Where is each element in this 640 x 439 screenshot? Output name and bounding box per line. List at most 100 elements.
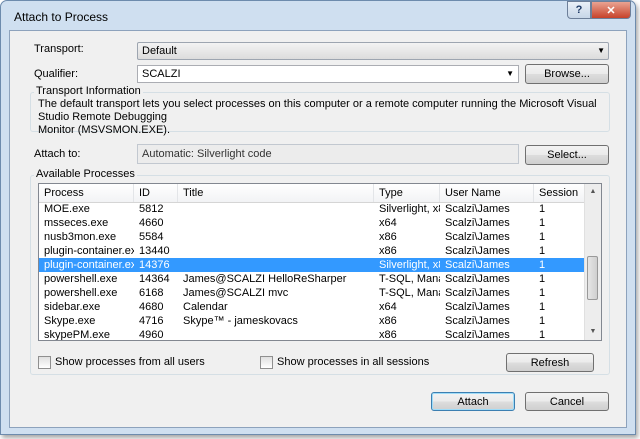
cell-id: 5584 [139, 231, 164, 243]
cell-type: T-SQL, Mana... [379, 273, 440, 285]
cell-type: Silverlight, x86 [379, 259, 440, 271]
table-row[interactable]: plugin-container.exe 13440 x86 Scalzi\James… [39, 244, 589, 258]
cell-id: 4680 [139, 301, 164, 313]
cell-user-name: Scalzi\James [445, 329, 510, 341]
cell-process: sidebar.exe [44, 301, 101, 313]
table-row[interactable]: skypePM.exe 4960 x86 Scalzi\James 1 [39, 328, 589, 341]
table-row[interactable]: powershell.exe 14364 James@SCALZI HelloReS… [39, 272, 589, 286]
cell-title: James@SCALZI HelloReSharper [183, 273, 347, 285]
cell-id: 13440 [139, 245, 170, 257]
help-icon: ? [575, 4, 583, 16]
scroll-down-icon[interactable]: ▼ [585, 324, 601, 340]
column-header-id[interactable]: ID [134, 184, 178, 202]
cell-id: 4960 [139, 329, 164, 341]
cell-process: MOE.exe [44, 203, 90, 215]
cell-session: 1 [539, 231, 546, 243]
close-button[interactable]: ✕ [591, 1, 631, 19]
cell-id: 14364 [139, 273, 170, 285]
table-row[interactable]: MOE.exe 5812 Silverlight, x86 Scalzi\James 1 [39, 202, 589, 216]
show-all-sessions-checkbox[interactable] [260, 356, 273, 369]
process-list-header: Process ID Title Type User Name Session [39, 184, 589, 203]
cell-process: msseces.exe [44, 217, 109, 229]
table-row[interactable]: sidebar.exe 4680 Calendar x64 Scalzi\James 1 [39, 300, 589, 314]
cell-title [178, 328, 374, 340]
column-header-title[interactable]: Title [178, 184, 374, 202]
cell-user-name: Scalzi\James [445, 231, 510, 243]
scrollbar-thumb[interactable] [587, 256, 598, 300]
cell-id: 5812 [139, 203, 164, 215]
cell-id: 6168 [139, 287, 164, 299]
table-row[interactable]: plugin-container.exe 14376 Silverlight, x8… [39, 258, 589, 272]
chevron-down-icon[interactable]: ▼ [506, 66, 514, 82]
cell-user-name: Scalzi\James [445, 245, 510, 257]
cell-session: 1 [539, 259, 546, 271]
cell-title [178, 230, 374, 244]
cell-type: x86 [379, 329, 397, 341]
attach-to-label: Attach to: [34, 148, 81, 160]
available-processes-title: Available Processes [34, 168, 137, 180]
cell-type: x64 [379, 301, 397, 313]
cell-title [178, 202, 374, 216]
column-header-session[interactable]: Session [534, 184, 586, 202]
show-all-users-checkbox[interactable] [38, 356, 51, 369]
cell-type: x86 [379, 231, 397, 243]
cell-title [178, 216, 374, 230]
table-row[interactable]: powershell.exe 6168 James@SCALZI mvc T-SQL,… [39, 286, 589, 300]
help-button[interactable]: ? [567, 1, 591, 19]
cell-title: James@SCALZI mvc [183, 287, 289, 299]
cell-user-name: Scalzi\James [445, 259, 510, 271]
table-row[interactable]: nusb3mon.exe 5584 x86 Scalzi\James 1 [39, 230, 589, 244]
cell-session: 1 [539, 245, 546, 257]
cell-process: skypePM.exe [44, 329, 111, 341]
cell-type: T-SQL, Mana... [379, 287, 440, 299]
cell-user-name: Scalzi\James [445, 203, 510, 215]
window-title: Attach to Process [14, 10, 109, 24]
column-header-process[interactable]: Process [39, 184, 134, 202]
cell-process: powershell.exe [44, 273, 118, 285]
cell-type: x64 [379, 217, 397, 229]
process-list-scrollbar[interactable]: ▲ ▼ [584, 184, 601, 340]
browse-button[interactable]: Browse... [525, 64, 609, 84]
column-header-type[interactable]: Type [374, 184, 440, 202]
transport-info-text: The default transport lets you select pr… [38, 98, 608, 137]
scroll-up-icon[interactable]: ▲ [585, 184, 601, 200]
transport-info-line: The default transport lets you select pr… [38, 98, 597, 123]
attach-to-value: Automatic: Silverlight code [142, 148, 272, 160]
cell-session: 1 [539, 217, 546, 229]
select-button[interactable]: Select... [525, 145, 609, 165]
attach-button[interactable]: Attach [431, 392, 515, 411]
refresh-button[interactable]: Refresh [506, 353, 594, 372]
show-all-users-label[interactable]: Show processes from all users [55, 356, 205, 368]
cancel-button[interactable]: Cancel [525, 392, 609, 411]
cell-session: 1 [539, 329, 546, 341]
qualifier-input[interactable]: SCALZI ▼ [137, 65, 519, 83]
table-row[interactable]: Skype.exe 4716 Skype™ - jameskovacs x86 Scal… [39, 314, 589, 328]
title-bar[interactable]: Attach to Process ? ✕ [1, 1, 635, 29]
cell-type: Silverlight, x86 [379, 203, 440, 215]
cell-title: Calendar [183, 301, 228, 313]
transport-dropdown[interactable]: Default ▼ [137, 42, 609, 60]
attach-to-field: Automatic: Silverlight code [137, 144, 519, 164]
transport-value: Default [142, 45, 177, 57]
qualifier-value: SCALZI [142, 68, 181, 80]
cell-user-name: Scalzi\James [445, 315, 510, 327]
cell-type: x86 [379, 315, 397, 327]
cell-session: 1 [539, 315, 546, 327]
transport-info-title: Transport Information [34, 85, 143, 97]
column-header-user-name[interactable]: User Name [440, 184, 534, 202]
cell-process: plugin-container.exe [44, 259, 134, 271]
cell-id: 4660 [139, 217, 164, 229]
cell-session: 1 [539, 301, 546, 313]
transport-info-line: Monitor (MSVSMON.EXE). [38, 124, 171, 136]
cell-title [178, 244, 374, 258]
cell-process: plugin-container.exe [44, 245, 134, 257]
cell-process: Skype.exe [44, 315, 96, 327]
process-list[interactable]: Process ID Title Type User Name Session … [38, 183, 602, 341]
cell-user-name: Scalzi\James [445, 217, 510, 229]
table-row[interactable]: msseces.exe 4660 x64 Scalzi\James 1 [39, 216, 589, 230]
cell-user-name: Scalzi\James [445, 301, 510, 313]
show-all-sessions-label[interactable]: Show processes in all sessions [277, 356, 429, 368]
cell-user-name: Scalzi\James [445, 287, 510, 299]
transport-label: Transport: [34, 43, 84, 55]
dialog-client-area: Transport: Default ▼ Qualifier: SCALZI ▼… [9, 30, 627, 428]
